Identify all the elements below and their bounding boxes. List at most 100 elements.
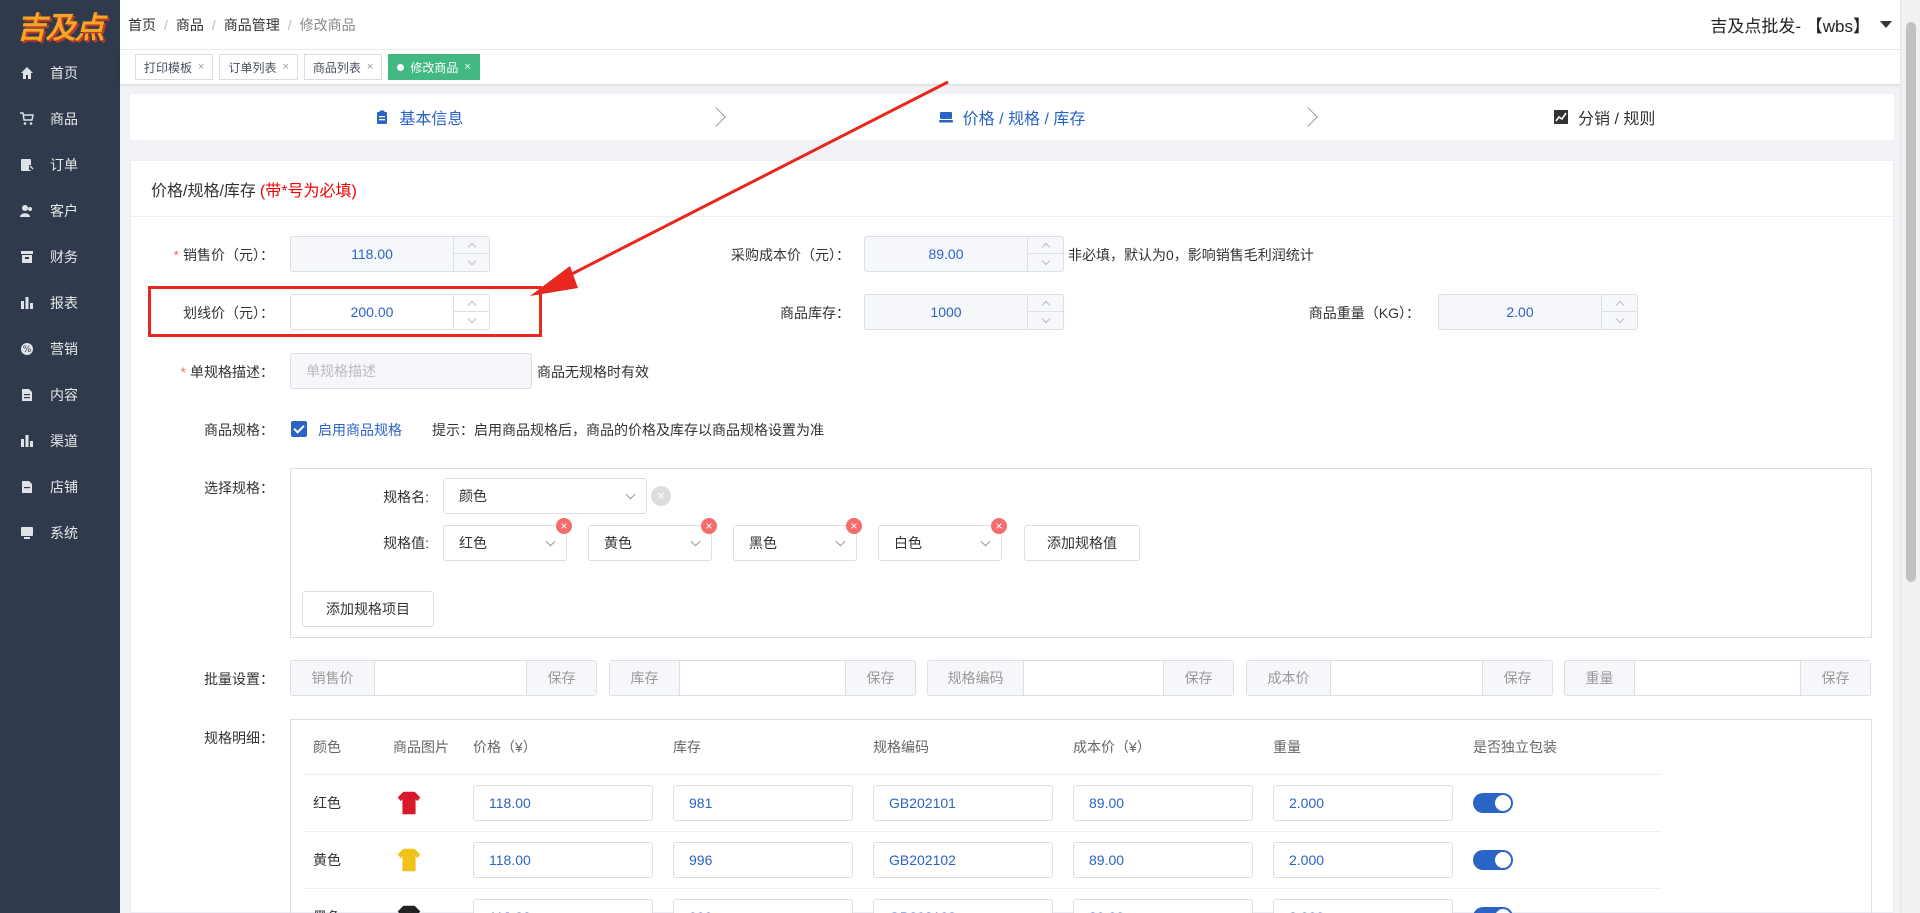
remove-value-icon[interactable]: ×	[991, 518, 1007, 534]
spec-name-select[interactable]: 颜色	[443, 478, 647, 514]
increase-icon[interactable]	[1028, 295, 1063, 312]
batch-save-button[interactable]: 保存	[526, 661, 596, 695]
row-weight-input[interactable]: 2.000	[1273, 898, 1453, 913]
product-image[interactable]	[393, 844, 425, 876]
close-icon[interactable]: ×	[367, 61, 373, 73]
step-label: 价格 / 规格 / 库存	[962, 111, 1086, 128]
sidebar-item[interactable]: 订单	[0, 142, 120, 188]
independent-pack-toggle[interactable]	[1473, 906, 1513, 913]
close-icon[interactable]: ×	[198, 61, 204, 73]
row-stock-input[interactable]: 999	[673, 898, 853, 913]
close-icon[interactable]: ×	[464, 61, 470, 73]
remove-value-icon[interactable]: ×	[701, 518, 717, 534]
spec-value-label: 规格值:	[383, 535, 429, 551]
row-cost-input[interactable]: 89.00	[1073, 784, 1253, 821]
weight-input[interactable]: 2.00	[1438, 294, 1638, 330]
step-distribution-rules[interactable]: 分销 / 规则	[1315, 105, 1894, 129]
stock-label: 商品库存：	[780, 305, 850, 321]
batch-input[interactable]	[1024, 661, 1163, 695]
breadcrumb-goods-manage[interactable]: 商品管理	[224, 15, 280, 35]
tag-order-list[interactable]: 订单列表 ×	[219, 54, 298, 80]
spec-value-select-red[interactable]: 红色	[443, 525, 567, 561]
batch-field: 成本价 保存	[1246, 660, 1553, 696]
row-code-input[interactable]: GB202102	[873, 841, 1053, 878]
step-price-spec-stock[interactable]: 价格 / 规格 / 库存	[723, 105, 1302, 129]
spec-enable-checkbox-label[interactable]: 启用商品规格	[318, 420, 402, 440]
row-stock-input[interactable]: 981	[673, 784, 853, 821]
batch-save-button[interactable]: 保存	[1163, 661, 1233, 695]
sidebar-item[interactable]: 内容	[0, 372, 120, 418]
user-menu[interactable]: 吉及点批发- 【wbs】	[1710, 12, 1892, 37]
increase-icon[interactable]	[1028, 237, 1063, 254]
row-cost-input[interactable]: 89.00	[1073, 841, 1253, 878]
independent-pack-toggle[interactable]	[1473, 792, 1513, 813]
sidebar-item[interactable]: 客户	[0, 188, 120, 234]
spec-enable-checkbox[interactable]	[291, 421, 307, 437]
cost-price-input[interactable]: 89.00	[864, 236, 1064, 272]
scrollbar-thumb[interactable]	[1906, 22, 1916, 582]
increase-icon[interactable]	[1602, 295, 1637, 312]
page-scrollbar[interactable]	[1900, 0, 1920, 913]
batch-input[interactable]	[680, 661, 845, 695]
breadcrumb-home[interactable]: 首页	[128, 15, 156, 35]
row-cost-input[interactable]: 89.00	[1073, 898, 1253, 913]
sidebar-item[interactable]: 渠道	[0, 418, 120, 464]
sidebar-item[interactable]: 报表	[0, 280, 120, 326]
decrease-icon[interactable]	[1028, 312, 1063, 329]
add-spec-value-button[interactable]: 添加规格值	[1024, 525, 1140, 561]
close-icon[interactable]: ×	[282, 61, 288, 73]
remove-value-icon[interactable]: ×	[846, 518, 862, 534]
sidebar-item[interactable]: 店铺	[0, 464, 120, 510]
list-price-input[interactable]: 200.00	[290, 294, 490, 330]
remove-value-icon[interactable]: ×	[556, 518, 572, 534]
spec-select-box: 规格名: 颜色 × 规格值: 红色 × 黄色 × 黑色 × 白色 × 添加规格值…	[290, 468, 1872, 638]
row-price-input[interactable]: 118.00	[473, 898, 653, 913]
sidebar-item[interactable]: 系统	[0, 510, 120, 556]
stock-input[interactable]: 1000	[864, 294, 1064, 330]
product-image[interactable]	[393, 901, 425, 913]
sidebar-item[interactable]: % 营销	[0, 326, 120, 372]
independent-pack-toggle[interactable]	[1473, 849, 1513, 870]
sidebar-item[interactable]: 商品	[0, 96, 120, 142]
batch-input[interactable]	[1635, 661, 1800, 695]
marketing-icon: %	[20, 342, 34, 356]
batch-save-button[interactable]: 保存	[845, 661, 915, 695]
single-spec-input[interactable]: 单规格描述	[290, 353, 532, 389]
row-price-input[interactable]: 118.00	[473, 841, 653, 878]
remove-spec-icon[interactable]: ×	[651, 486, 671, 506]
batch-label: 批量设置：	[204, 671, 274, 687]
row-code-input[interactable]: GB202103	[873, 898, 1053, 913]
batch-save-button[interactable]: 保存	[1482, 661, 1552, 695]
increase-icon[interactable]	[454, 295, 489, 312]
spec-value-select-black[interactable]: 黑色	[733, 525, 857, 561]
sidebar-item[interactable]: 财务	[0, 234, 120, 280]
decrease-icon[interactable]	[1602, 312, 1637, 329]
decrease-icon[interactable]	[454, 254, 489, 271]
add-spec-item-button[interactable]: 添加规格项目	[302, 591, 434, 627]
list-price-label: 划线价（元）：	[183, 305, 274, 321]
column-header: 颜色	[303, 720, 383, 775]
product-image[interactable]	[393, 787, 425, 819]
row-stock-input[interactable]: 996	[673, 841, 853, 878]
row-weight-input[interactable]: 2.000	[1273, 841, 1453, 878]
increase-icon[interactable]	[454, 237, 489, 254]
step-basic-info[interactable]: 基本信息	[130, 105, 709, 129]
decrease-icon[interactable]	[454, 312, 489, 329]
row-weight-input[interactable]: 2.000	[1273, 784, 1453, 821]
logo[interactable]: 吉及点	[0, 0, 120, 50]
row-code-input[interactable]: GB202101	[873, 784, 1053, 821]
tag-goods-list[interactable]: 商品列表 ×	[303, 54, 383, 80]
batch-save-button[interactable]: 保存	[1800, 661, 1870, 695]
batch-input[interactable]	[375, 661, 526, 695]
tag-edit-goods[interactable]: 修改商品 ×	[388, 54, 480, 80]
tag-print-template[interactable]: 打印模板 ×	[135, 54, 214, 80]
batch-input[interactable]	[1331, 661, 1482, 695]
decrease-icon[interactable]	[1028, 254, 1063, 271]
sidebar-item[interactable]: 首页	[0, 50, 120, 96]
spec-value-select-white[interactable]: 白色	[878, 525, 1002, 561]
row-price-input[interactable]: 118.00	[473, 784, 653, 821]
breadcrumb-goods[interactable]: 商品	[176, 15, 204, 35]
cart-icon	[20, 112, 34, 126]
spec-value-select-yellow[interactable]: 黄色	[588, 525, 712, 561]
sale-price-input[interactable]: 118.00	[290, 236, 490, 272]
